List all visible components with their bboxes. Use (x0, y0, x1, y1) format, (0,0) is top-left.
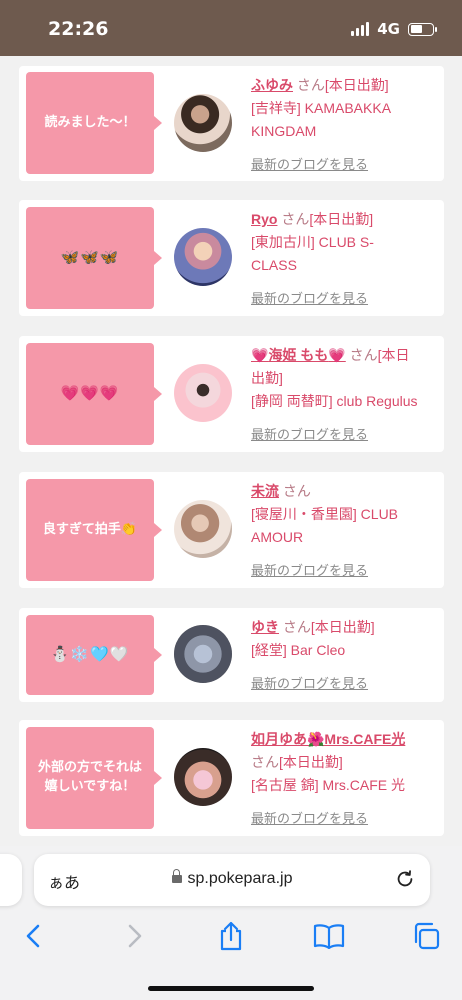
post-info: ゆき さん[本日出勤] [経堂] Bar Cleo (251, 616, 441, 662)
comment-bubble: ⛄❄️🩵🤍 (26, 615, 162, 695)
comment-text: 読みました〜！ (44, 114, 136, 130)
back-button[interactable] (14, 916, 54, 956)
comment-bubble: 良すぎて拍手👏 (26, 479, 162, 581)
bookmarks-button[interactable] (309, 916, 349, 956)
comment-text: 外部の方でそれは 嬉しいですね！ (37, 760, 142, 794)
post-card: ⛄❄️🩵🤍 ゆき さん[本日出勤] [経堂] Bar Cleo 最新のブログを見… (19, 608, 444, 702)
work-status: 出勤] (251, 370, 283, 386)
honorific: さん (282, 483, 311, 499)
network-label: 4G (377, 20, 400, 38)
user-name-link[interactable]: 💗海姫 もも💗 (251, 347, 346, 363)
bookmarks-icon (313, 924, 345, 949)
shop-line: AMOUR (251, 529, 304, 545)
comment-bubble: 🦋🦋🦋 (26, 207, 162, 309)
work-status: [本日出勤] (309, 211, 374, 227)
honorific: さん (349, 347, 378, 363)
comment-bubble: 読みました〜！ (26, 72, 162, 174)
latest-blog-link[interactable]: 最新のブログを見る (251, 154, 368, 173)
comment-text: 良すぎて拍手👏 (42, 521, 138, 537)
shop-line: [寝屋川・香里園] CLUB (251, 506, 399, 522)
work-status: [本日出勤] (324, 77, 389, 93)
shop-line: [名古屋 錦] Mrs.CAFE 光 (251, 777, 405, 793)
forward-button[interactable] (114, 916, 154, 956)
post-list: 読みました〜！ ふゆみ さん[本日出勤] [吉祥寺] KAMABAKKA KIN… (0, 56, 462, 846)
shop-line: KINGDAM (251, 123, 317, 139)
work-status: [本日 (377, 347, 410, 363)
shop-line: [静岡 両替町] club Regulus (251, 393, 418, 409)
honorific: さん (296, 77, 325, 93)
avatar[interactable] (174, 625, 232, 683)
signal-icon (351, 22, 370, 36)
comment-bubble: 外部の方でそれは 嬉しいですね！ (26, 727, 162, 829)
latest-blog-link[interactable]: 最新のブログを見る (251, 560, 368, 579)
user-name-link[interactable]: ふゆみ (251, 77, 293, 93)
shop-line: CLASS (251, 257, 297, 273)
post-info: 💗海姫 もも💗 さん[本日 出勤] [静岡 両替町] club Regulus (251, 344, 441, 413)
home-indicator (148, 986, 314, 991)
post-card: 💗💗💗 💗海姫 もも💗 さん[本日 出勤] [静岡 両替町] club Regu… (19, 336, 444, 452)
user-name-link[interactable]: ゆき (251, 619, 279, 635)
forward-icon (128, 924, 142, 948)
comment-bubble: 💗💗💗 (26, 343, 162, 445)
post-info: 未流 さん [寝屋川・香里園] CLUB AMOUR (251, 480, 441, 549)
post-info: ふゆみ さん[本日出勤] [吉祥寺] KAMABAKKA KINGDAM (251, 74, 441, 143)
latest-blog-link[interactable]: 最新のブログを見る (251, 288, 368, 307)
previous-tab-preview[interactable] (0, 854, 22, 906)
status-bar: 22:26 4G (0, 0, 462, 56)
avatar[interactable] (174, 94, 232, 152)
url-text: sp.pokepara.jp (187, 870, 293, 887)
avatar[interactable] (174, 500, 232, 558)
post-info: Ryo さん[本日出勤] [東加古川] CLUB S- CLASS (251, 208, 441, 277)
avatar[interactable] (174, 228, 232, 286)
reload-icon[interactable] (394, 868, 416, 890)
shop-line: [吉祥寺] KAMABAKKA (251, 100, 392, 116)
latest-blog-link[interactable]: 最新のブログを見る (251, 673, 368, 692)
address-bar[interactable]: ぁあ sp.pokepara.jp (34, 854, 430, 906)
battery-icon (408, 22, 437, 36)
avatar[interactable] (174, 364, 232, 422)
browser-chrome: ぁあ sp.pokepara.jp (0, 846, 462, 1000)
latest-blog-link[interactable]: 最新のブログを見る (251, 808, 368, 827)
avatar[interactable] (174, 748, 232, 806)
battery-level (410, 25, 423, 33)
honorific: さん (282, 619, 311, 635)
lock-icon (171, 869, 182, 883)
back-icon (26, 924, 40, 948)
url-display[interactable]: sp.pokepara.jp (34, 869, 430, 888)
work-status: [本日出勤] (310, 619, 375, 635)
comment-text: ⛄❄️🩵🤍 (50, 645, 130, 664)
shop-line: [東加古川] CLUB S- (251, 234, 374, 250)
tabs-button[interactable] (406, 916, 446, 956)
status-indicators: 4G (351, 20, 437, 38)
post-card: 読みました〜！ ふゆみ さん[本日出勤] [吉祥寺] KAMABAKKA KIN… (19, 66, 444, 181)
tabs-icon (414, 922, 440, 950)
post-card: 🦋🦋🦋 Ryo さん[本日出勤] [東加古川] CLUB S- CLASS 最新… (19, 200, 444, 316)
share-button[interactable] (211, 916, 251, 956)
comment-text: 🦋🦋🦋 (60, 248, 120, 267)
work-status: [本日出勤] (279, 754, 343, 770)
user-name-link[interactable]: 未流 (251, 483, 279, 499)
post-card: 外部の方でそれは 嬉しいですね！ 如月ゆあ🌺Mrs.CAFE光 さん[本日出勤] … (19, 720, 444, 836)
post-card: 良すぎて拍手👏 未流 さん [寝屋川・香里園] CLUB AMOUR 最新のブロ… (19, 472, 444, 588)
latest-blog-link[interactable]: 最新のブログを見る (251, 424, 368, 443)
honorific: さん (281, 211, 310, 227)
shop-line: [経堂] Bar Cleo (251, 642, 346, 658)
post-info: 如月ゆあ🌺Mrs.CAFE光 さん[本日出勤] [名古屋 錦] Mrs.CAFE… (251, 728, 441, 797)
share-icon (220, 921, 242, 951)
comment-text: 💗💗💗 (60, 384, 120, 403)
browser-toolbar (0, 916, 462, 956)
status-time: 22:26 (48, 18, 109, 40)
user-name-link[interactable]: Ryo (251, 211, 277, 227)
user-name-link[interactable]: 如月ゆあ🌺Mrs.CAFE光 (251, 731, 405, 747)
honorific: さん (251, 754, 279, 770)
